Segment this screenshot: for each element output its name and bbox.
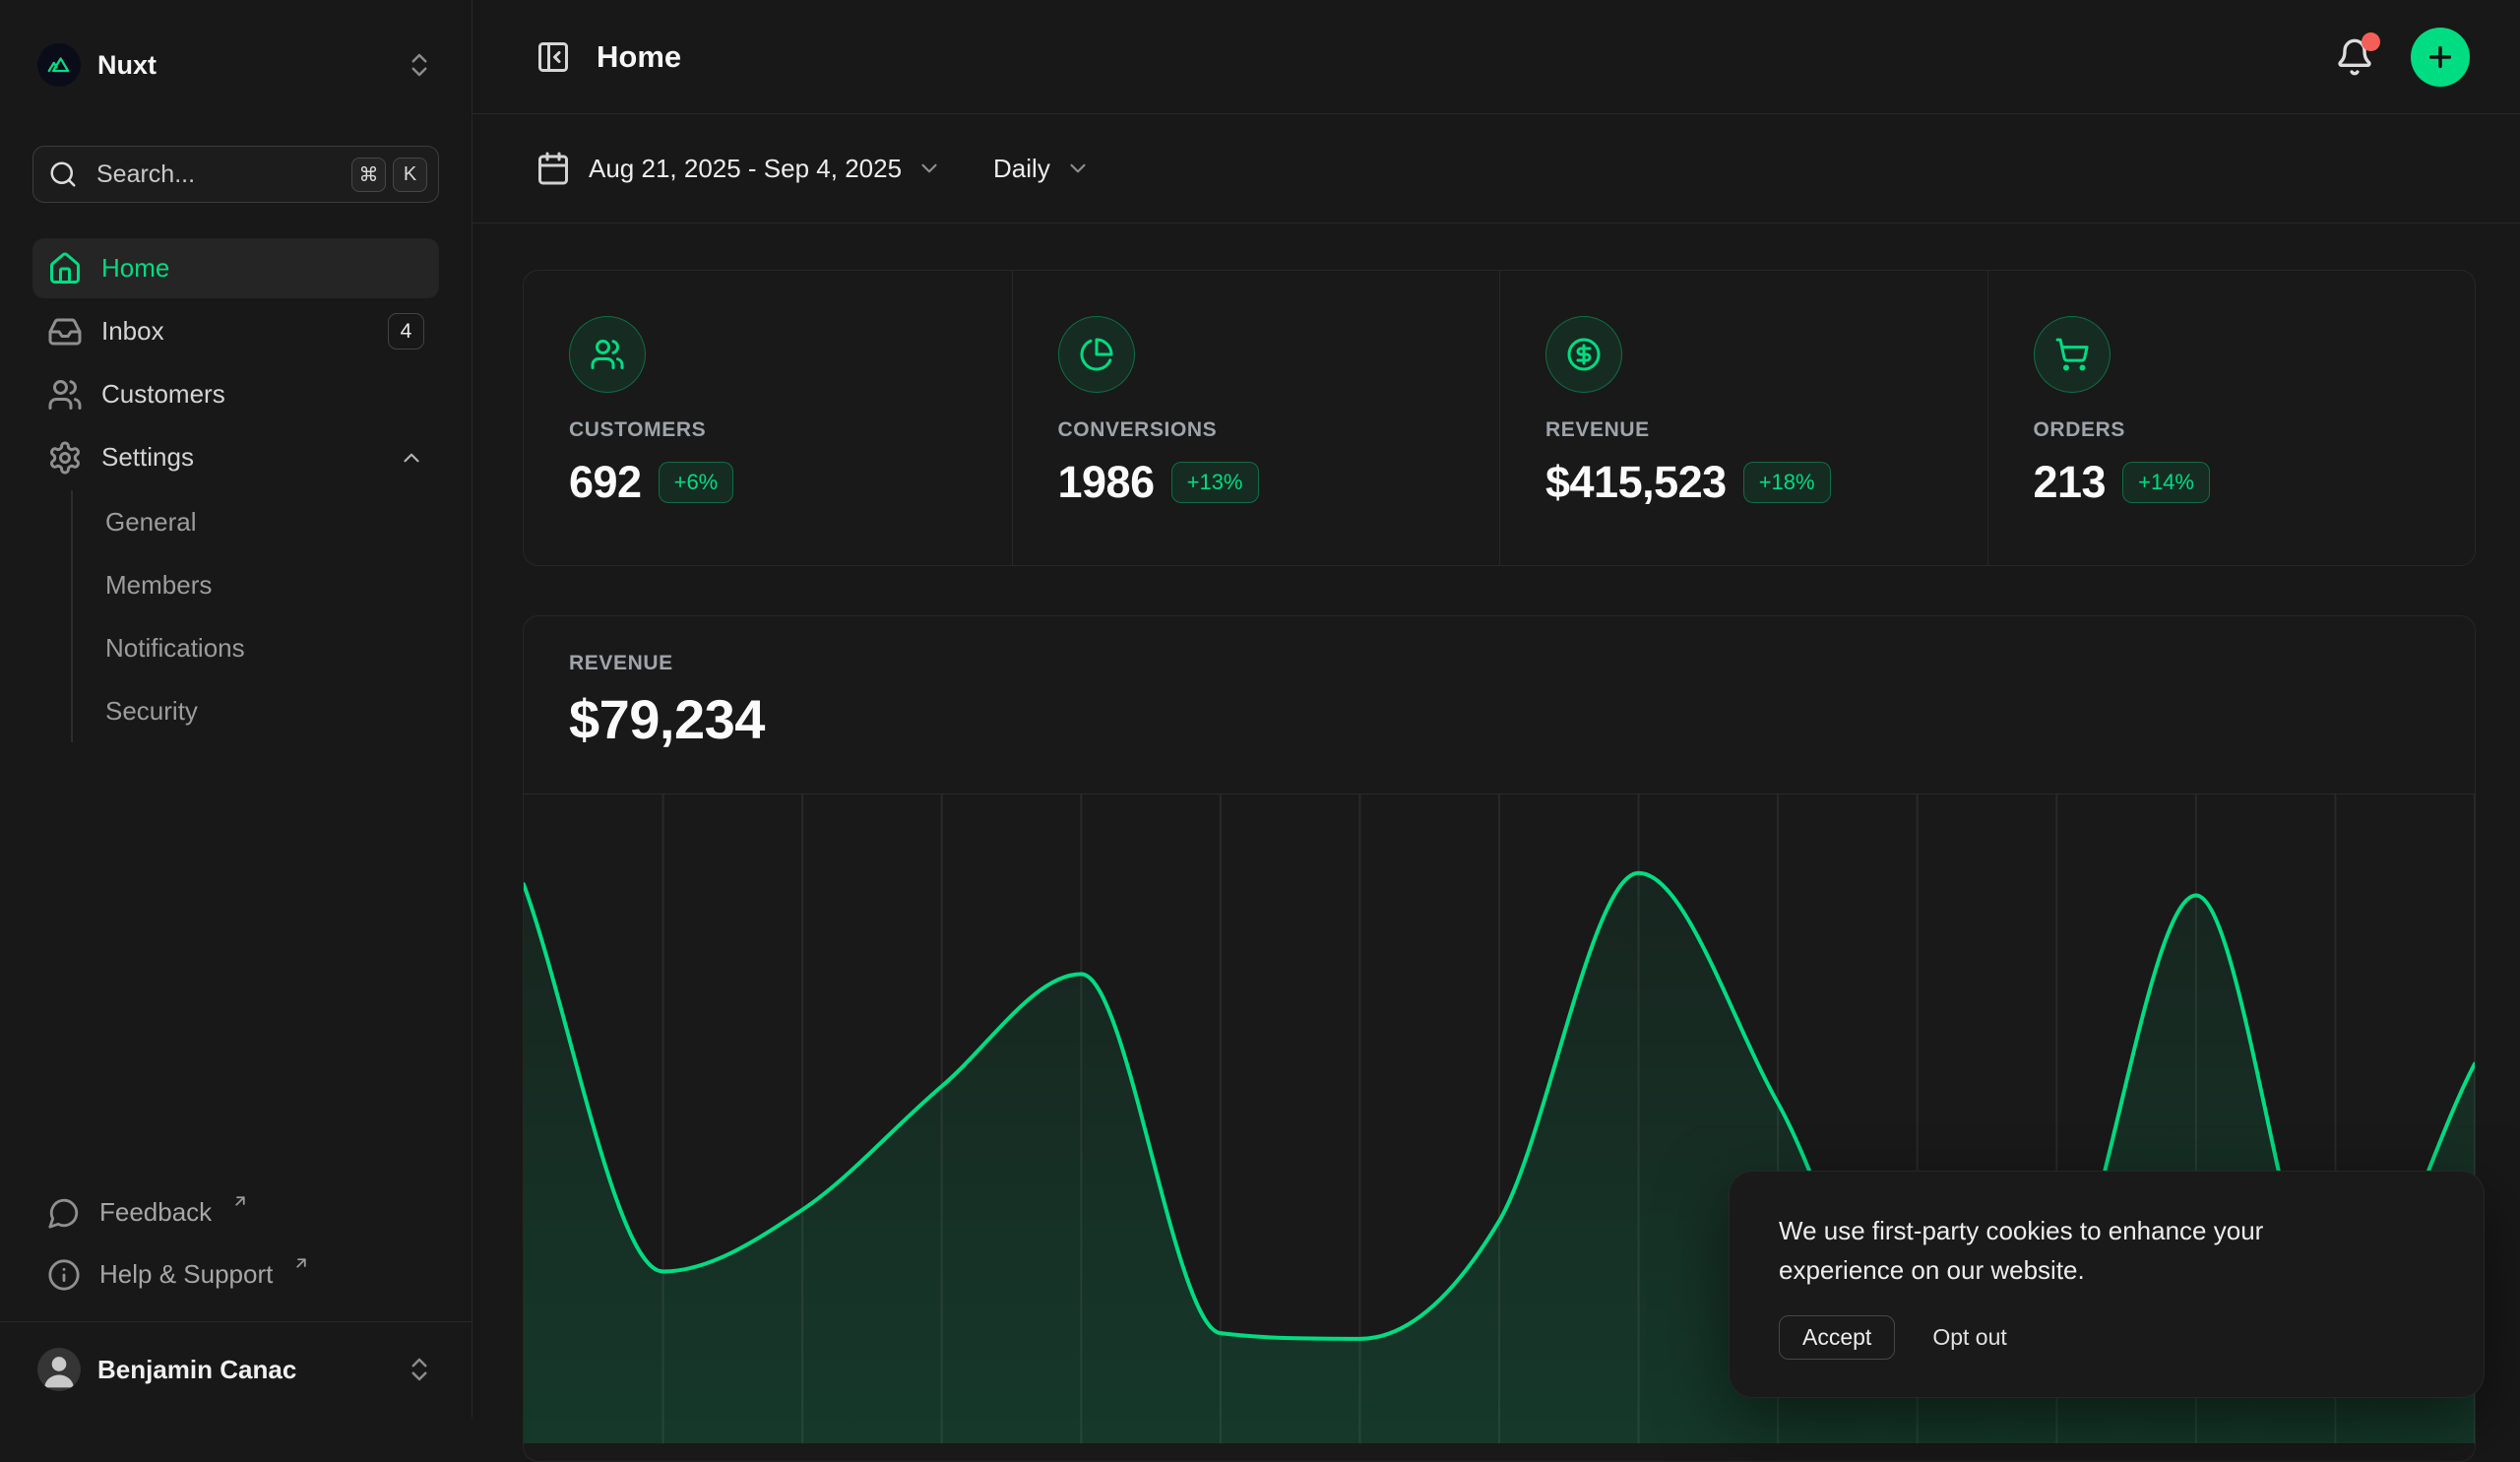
notification-dot xyxy=(2362,32,2380,51)
circle-dollar-icon xyxy=(1545,316,1622,393)
cookie-message: We use first-party cookies to enhance yo… xyxy=(1779,1211,2389,1290)
kbd-k: K xyxy=(393,158,427,192)
date-range-picker[interactable]: Aug 21, 2025 - Sep 4, 2025 xyxy=(536,151,942,186)
arrow-up-right-icon xyxy=(231,1192,249,1210)
chevron-down-icon xyxy=(916,156,942,181)
sidebar-item-feedback[interactable]: Feedback xyxy=(32,1181,439,1243)
granularity-select[interactable]: Daily xyxy=(993,154,1091,184)
stat-label: REVENUE xyxy=(1545,418,1942,442)
search-icon xyxy=(48,159,78,189)
sidebar: Nuxt Search... ⌘ K Home Inbox 4 xyxy=(0,0,472,1418)
inbox-icon xyxy=(47,314,83,350)
user-menu[interactable]: Benjamin Canac xyxy=(37,1348,434,1391)
workspace-name: Nuxt xyxy=(97,50,157,81)
stat-delta-badge: +13% xyxy=(1171,462,1259,503)
sidebar-item-label: Inbox xyxy=(101,316,164,347)
search-input[interactable]: Search... ⌘ K xyxy=(32,146,439,203)
avatar xyxy=(37,1348,81,1391)
page-header: Home xyxy=(472,0,2520,114)
message-circle-icon xyxy=(47,1196,81,1230)
user-section: Benjamin Canac xyxy=(0,1321,472,1418)
revenue-chart-label: REVENUE xyxy=(569,652,2429,675)
chevrons-up-down-icon xyxy=(405,50,434,80)
stat-delta-badge: +14% xyxy=(2122,462,2210,503)
stat-card-revenue: REVENUE $415,523 +18% xyxy=(1499,271,1987,565)
sidebar-item-label: Settings xyxy=(101,442,194,473)
accept-button[interactable]: Accept xyxy=(1779,1315,1895,1360)
opt-out-button[interactable]: Opt out xyxy=(1932,1324,2006,1351)
sidebar-item-settings[interactable]: Settings xyxy=(32,427,439,487)
stat-delta-badge: +18% xyxy=(1743,462,1831,503)
sidebar-spacer xyxy=(32,742,439,1181)
stat-card-orders: ORDERS 213 +14% xyxy=(1987,271,2476,565)
stat-card-conversions: CONVERSIONS 1986 +13% xyxy=(1012,271,1500,565)
sidebar-item-inbox[interactable]: Inbox 4 xyxy=(32,301,439,361)
stat-value: 213 xyxy=(2034,457,2107,508)
house-icon xyxy=(47,251,83,286)
users-icon xyxy=(47,377,83,413)
sidebar-item-customers[interactable]: Customers xyxy=(32,364,439,424)
stat-label: CONVERSIONS xyxy=(1058,418,1455,442)
collapse-sidebar-button[interactable] xyxy=(536,39,571,75)
stats-grid: CUSTOMERS 692 +6% CONVERSIONS 1986 +13% xyxy=(523,270,2476,566)
search-placeholder: Search... xyxy=(96,160,195,189)
chevrons-up-down-icon xyxy=(405,1355,434,1384)
shopping-cart-icon xyxy=(2034,316,2110,393)
sidebar-item-security[interactable]: Security xyxy=(105,679,439,742)
revenue-chart-header: REVENUE $79,234 xyxy=(524,616,2475,751)
sidebar-item-notifications[interactable]: Notifications xyxy=(105,616,439,679)
notifications-button[interactable] xyxy=(2335,37,2374,77)
header-actions xyxy=(2335,28,2470,87)
calendar-icon xyxy=(536,151,571,186)
nuxt-logo xyxy=(37,43,81,87)
stat-delta-badge: +6% xyxy=(659,462,734,503)
chevron-down-icon xyxy=(1065,156,1091,181)
inbox-count-badge: 4 xyxy=(388,313,424,350)
sidebar-footer: Feedback Help & Support xyxy=(32,1181,439,1321)
arrow-up-right-icon xyxy=(292,1254,310,1272)
users-icon xyxy=(569,316,646,393)
stat-value: 692 xyxy=(569,457,642,508)
sidebar-item-label: Home xyxy=(101,253,169,284)
stat-value: 1986 xyxy=(1058,457,1155,508)
footer-link-label: Feedback xyxy=(99,1197,212,1228)
sidebar-item-general[interactable]: General xyxy=(105,490,439,553)
kbd-cmd: ⌘ xyxy=(351,158,386,192)
pie-chart-icon xyxy=(1058,316,1135,393)
stat-value: $415,523 xyxy=(1545,457,1727,508)
gear-icon xyxy=(47,440,83,476)
sidebar-nav: Home Inbox 4 Customers Settings Genera xyxy=(32,238,439,742)
granularity-value: Daily xyxy=(993,154,1050,184)
settings-subnav: General Members Notifications Security xyxy=(71,490,439,742)
revenue-chart-total: $79,234 xyxy=(569,687,2429,751)
sidebar-item-members[interactable]: Members xyxy=(105,553,439,616)
date-range-value: Aug 21, 2025 - Sep 4, 2025 xyxy=(589,154,902,184)
footer-link-label: Help & Support xyxy=(99,1259,273,1290)
add-button[interactable] xyxy=(2411,28,2470,87)
sidebar-item-label: Customers xyxy=(101,379,225,410)
page-title: Home xyxy=(597,39,681,75)
sidebar-item-home[interactable]: Home xyxy=(32,238,439,298)
info-circle-icon xyxy=(47,1258,81,1292)
sidebar-item-help-support[interactable]: Help & Support xyxy=(32,1243,439,1305)
cookie-actions: Accept Opt out xyxy=(1779,1315,2434,1360)
stat-card-customers: CUSTOMERS 692 +6% xyxy=(524,271,1012,565)
stat-label: CUSTOMERS xyxy=(569,418,967,442)
stat-label: ORDERS xyxy=(2034,418,2430,442)
workspace-switcher[interactable]: Nuxt xyxy=(32,37,439,93)
search-shortcut: ⌘ K xyxy=(351,158,427,192)
filter-toolbar: Aug 21, 2025 - Sep 4, 2025 Daily xyxy=(472,114,2520,223)
chevron-up-icon xyxy=(399,445,424,471)
user-name: Benjamin Canac xyxy=(97,1355,296,1385)
cookie-banner: We use first-party cookies to enhance yo… xyxy=(1729,1171,2485,1398)
